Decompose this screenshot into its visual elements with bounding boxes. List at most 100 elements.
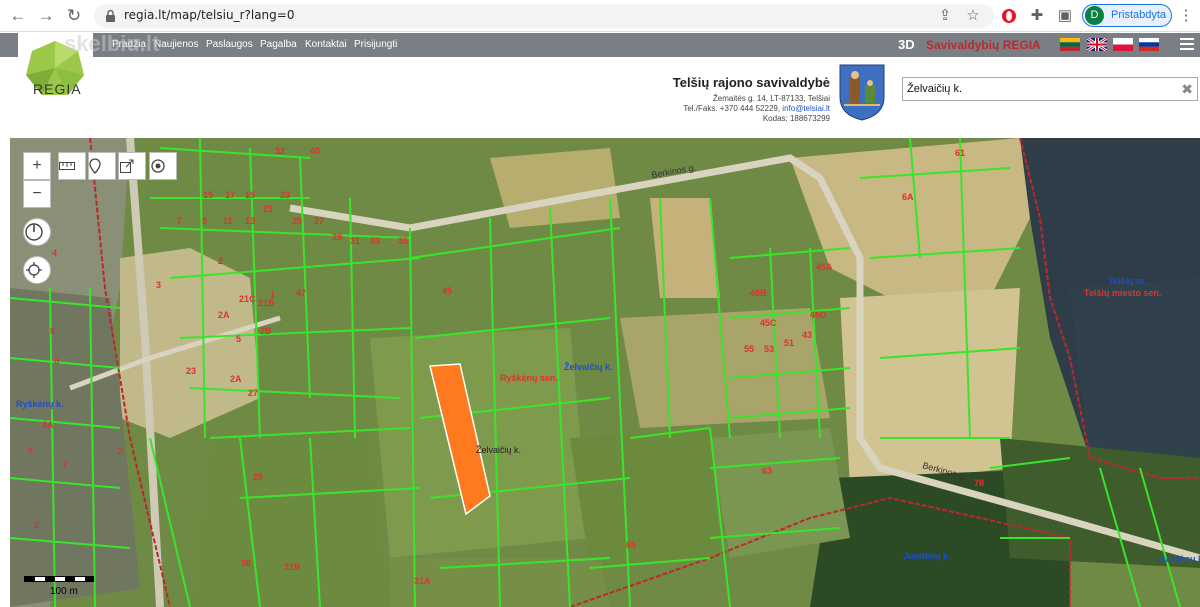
parcel-number: 1 <box>270 290 275 300</box>
back-button[interactable]: ← <box>6 4 30 28</box>
map-label-zelvaiciu-k: Želvaičių k. <box>564 362 613 372</box>
parcel-number: 45A <box>816 262 833 272</box>
nav-3d-link[interactable]: 3D <box>898 37 915 52</box>
zoom-out-button[interactable]: − <box>23 180 51 208</box>
compass-icon[interactable] <box>23 218 51 246</box>
parcel-number: 25 <box>253 472 263 482</box>
site-nav: Pradžia Naujienos Paslaugos Pagalba Kont… <box>0 33 1200 57</box>
parcel-number: 11 <box>223 216 233 226</box>
parcel-number: 2A <box>218 310 230 320</box>
zoom-in-button[interactable]: + <box>23 152 51 180</box>
parcel-number: 47 <box>296 288 306 298</box>
search-value: Želvaičių k. <box>907 83 963 95</box>
parcel-number: 40 <box>310 146 320 156</box>
site-header: REGIA skelbiu.lt Telšių rajono savivaldy… <box>0 31 1200 137</box>
parcel-number: 78 <box>974 478 984 488</box>
search-input[interactable]: Želvaičių k. ✖ <box>902 77 1198 101</box>
map-canvas[interactable]: 32 40 15 17 19 21 23 7 9 11 13 25 27 29 … <box>10 138 1200 607</box>
map-label-juodenu-k-2: Juodėnų k. <box>1158 554 1200 564</box>
parcel-number: 2A <box>230 374 242 384</box>
hamburger-menu-icon[interactable] <box>1180 38 1194 50</box>
parcel-number: 43 <box>802 330 812 340</box>
parcel-number: 23 <box>280 190 290 200</box>
parcel-number: 5 <box>28 446 33 456</box>
nav-link-services[interactable]: Paslaugos <box>206 39 253 50</box>
phone-text: Tel./Faks. +370 444 52229, <box>683 104 781 113</box>
parcel-number: 29 <box>332 232 342 242</box>
crosshair-icon[interactable] <box>23 256 51 284</box>
parcel-number: 2 <box>218 256 223 266</box>
watermark: skelbiu.lt <box>64 31 160 56</box>
avatar: D <box>1085 6 1104 25</box>
parcel-number: 31 <box>350 236 360 246</box>
municipality-contacts: Tel./Faks. +370 444 52229, info@telsiai.… <box>683 104 830 113</box>
flag-poland-icon[interactable] <box>1113 38 1133 51</box>
chrome-menu-icon[interactable]: ⋮ <box>1178 5 1194 27</box>
parcel-number: 25 <box>292 216 302 226</box>
parcel-number: 4 <box>52 248 57 258</box>
parcel-number: 17 <box>225 190 235 200</box>
share-icon[interactable]: ⇪ <box>934 5 956 27</box>
parcel-number: 31B <box>284 562 301 572</box>
parcel-number: 27 <box>248 388 258 398</box>
map-label-ryskenu-sen: Ryškėnų sen. <box>500 373 559 383</box>
parcel-number: 2 <box>34 520 39 530</box>
location-pin-icon[interactable] <box>88 152 116 180</box>
flag-uk-icon[interactable] <box>1087 38 1107 51</box>
nav-link-news[interactable]: Naujienos <box>154 39 198 50</box>
parcel-number: 33 <box>370 236 380 246</box>
parcel-number: 19 <box>245 190 255 200</box>
municipality-title: Telšių rajono savivaldybė <box>672 75 830 90</box>
flag-russia-icon[interactable] <box>1139 38 1159 51</box>
parcel-number: 23 <box>186 366 196 376</box>
parcel-number: 2 <box>118 446 123 456</box>
side-panel-icon[interactable]: ▣ <box>1054 5 1076 27</box>
parcel-number: 5 <box>236 334 241 344</box>
nav-link-login[interactable]: Prisijungti <box>354 39 397 50</box>
parcel-number: 63 <box>762 466 772 476</box>
map-label-juodenu-k: Juodėnų k. <box>903 551 951 561</box>
municipality-address: Žemaitės g. 14, LT-87133, Telšiai <box>712 94 830 103</box>
nav-brand-text: Savivaldybių REGIA <box>926 38 1041 52</box>
parcel-number: 13 <box>245 216 255 226</box>
parcel-number: 53 <box>764 344 774 354</box>
parcel-number: 9 <box>202 216 207 226</box>
nav-link-contacts[interactable]: Kontaktai <box>305 39 347 50</box>
parcel-number: 30 <box>241 558 251 568</box>
profile-status-label: Pristabdyta <box>1111 9 1167 21</box>
extensions-puzzle-icon[interactable]: ✚ <box>1026 5 1048 27</box>
parcel-number: 6A <box>902 192 914 202</box>
parcel-number: 45D <box>810 310 827 320</box>
measure-ruler-icon[interactable] <box>58 152 86 180</box>
flag-lithuania-icon[interactable] <box>1060 38 1080 51</box>
parcel-number: 21C <box>239 294 256 304</box>
nav-link-help[interactable]: Pagalba <box>260 39 297 50</box>
parcel-number: 45C <box>760 318 777 328</box>
clear-search-icon[interactable]: ✖ <box>1181 81 1193 98</box>
reload-button[interactable]: ↻ <box>62 4 86 28</box>
parcel-number: 2B <box>260 326 272 336</box>
parcel-number: 15 <box>203 190 213 200</box>
forward-button[interactable]: → <box>34 4 58 28</box>
profile-button[interactable]: D Pristabdyta <box>1082 4 1172 27</box>
parcel-number: 27 <box>314 216 324 226</box>
parcel-number: 32 <box>275 146 285 156</box>
export-icon[interactable] <box>118 152 146 180</box>
parcel-number: 8 <box>50 326 55 336</box>
bookmark-star-icon[interactable]: ☆ <box>962 5 984 27</box>
parcel-number: 51 <box>784 338 794 348</box>
lock-icon <box>106 10 115 22</box>
parcel-number: 45B <box>750 288 767 298</box>
scale-label: 100 m <box>50 586 78 597</box>
address-bar[interactable]: regia.lt/map/telsiu_r?lang=0 <box>94 4 994 28</box>
parcel-number: 35 <box>398 236 408 246</box>
map-label-zelvaiciu-k-small: Želvaičių k. <box>476 445 522 455</box>
email-link[interactable]: info@telsiai.lt <box>782 104 830 113</box>
regia-logo[interactable]: REGIA skelbiu.lt <box>18 31 159 133</box>
locate-me-icon[interactable] <box>149 152 177 180</box>
map-view[interactable]: 32 40 15 17 19 21 23 7 9 11 13 25 27 29 … <box>10 138 1200 607</box>
opera-extension-icon[interactable] <box>998 5 1020 27</box>
map-label-telsiu-miesto-sen: Telšių miesto sen. <box>1084 288 1162 298</box>
scale-bar <box>24 576 94 582</box>
map-label-telsiu-m: Telšių m. <box>1108 276 1147 286</box>
